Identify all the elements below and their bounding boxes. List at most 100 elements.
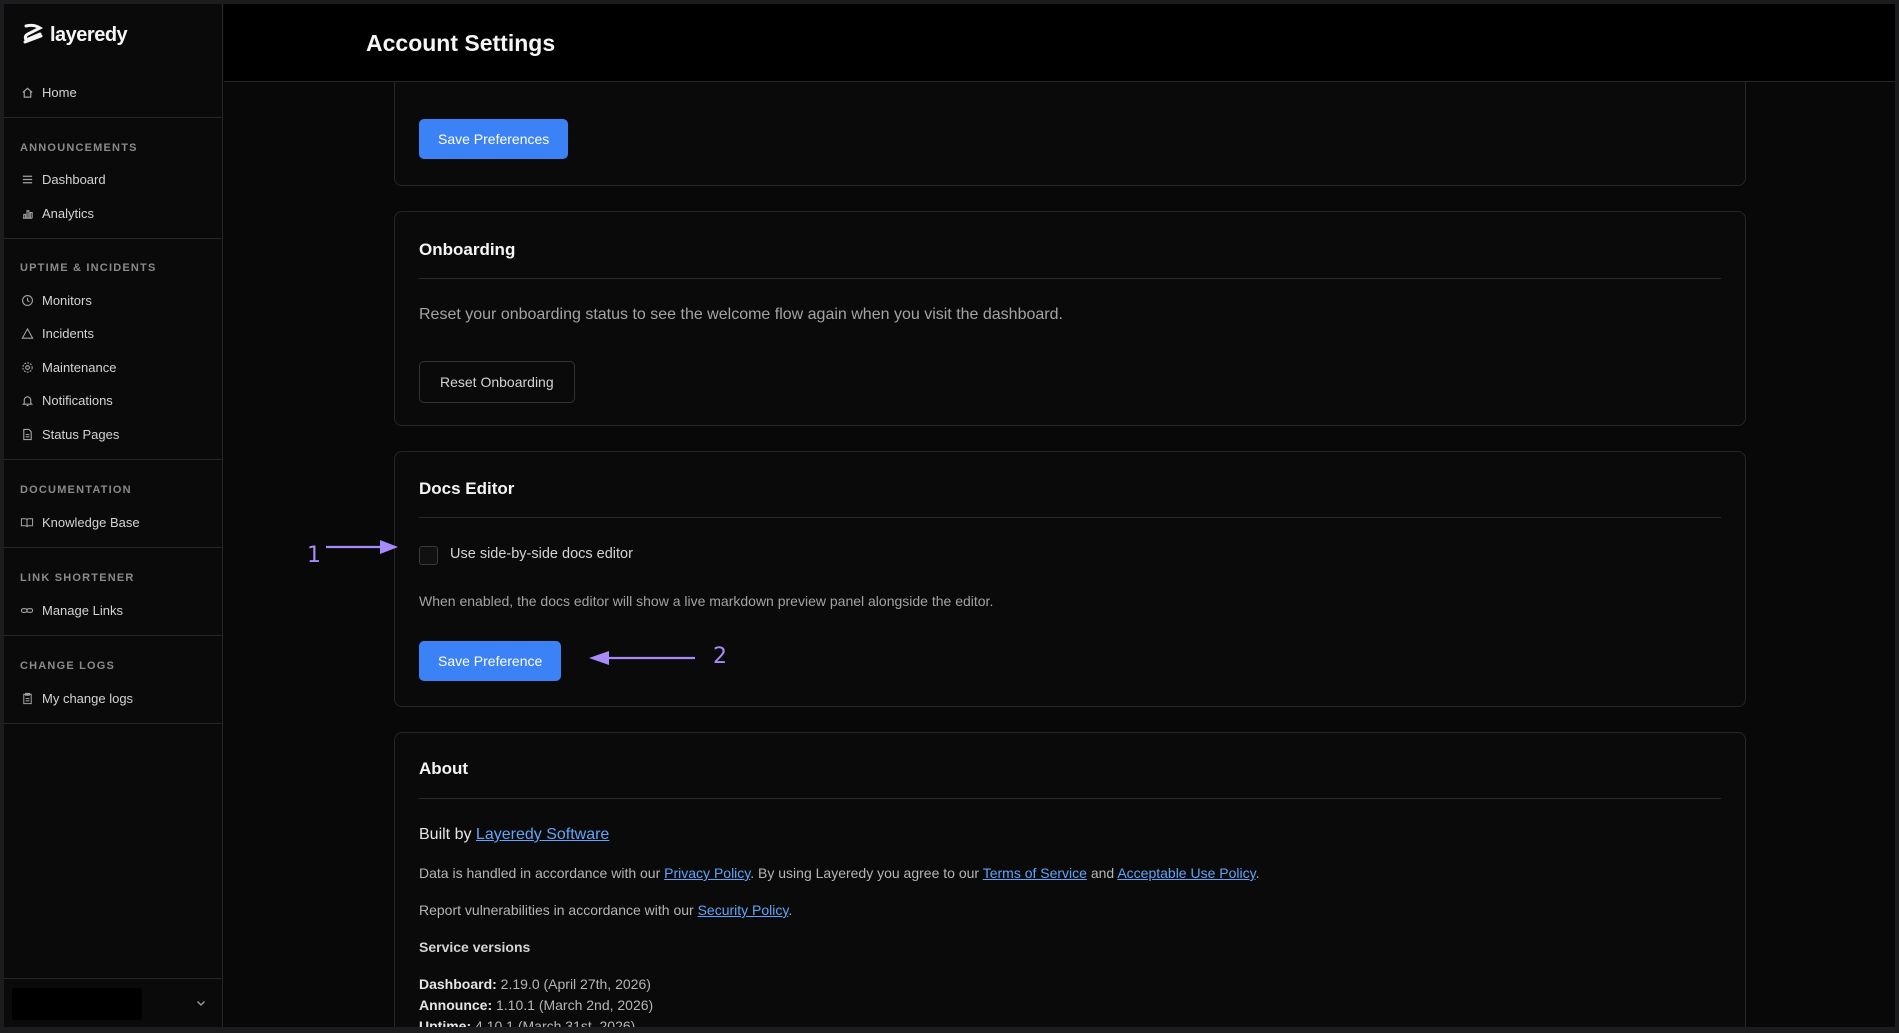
service-versions-heading: Service versions [419,939,531,955]
version-name: Uptime: [419,1018,472,1027]
page-title: Account Settings [366,30,556,56]
sidebar-divider [4,238,223,239]
sidebar-divider [4,635,223,636]
report-prefix: Report vulnerabilities in accordance wit… [419,902,698,918]
book-icon [20,515,34,529]
gear-icon [20,360,34,374]
side-by-side-editor-label[interactable]: Use side-by-side docs editor [450,546,633,562]
clock-icon [20,293,34,307]
sidebar-item-analytics[interactable]: Analytics [20,201,94,225]
about-title: About [419,759,469,778]
docs-editor-description: When enabled, the docs editor will show … [419,593,994,609]
chevron-down-icon[interactable] [194,996,208,1010]
sidebar-item-label: Manage Links [42,602,123,618]
bell-icon [20,393,34,407]
built-by-line: Built by Layeredy Software [419,826,609,844]
account-switcher[interactable] [12,988,142,1020]
sidebar-divider [4,723,223,724]
section-label-uptime: UPTIME & INCIDENTS [20,262,157,274]
version-uptime: Uptime: 4.10.1 (March 31st, 2026) [419,1018,635,1027]
card-divider [419,517,1721,518]
sidebar-divider [4,978,223,979]
sidebar-item-label: Home [42,84,77,100]
sidebar-item-status-pages[interactable]: Status Pages [20,422,119,446]
home-icon [20,85,34,99]
main-content: Save Preferences Onboarding Reset your o… [224,82,1895,1027]
sidebar-divider [4,459,223,460]
data-policy-line: Data is handled in accordance with our P… [419,865,1259,881]
data-prefix: Data is handled in accordance with our [419,865,665,881]
section-label-change-logs: CHANGE LOGS [20,660,116,672]
sidebar-item-notifications[interactable]: Notifications [20,388,113,412]
sidebar-item-label: My change logs [42,690,134,706]
sidebar-item-knowledge-base[interactable]: Knowledge Base [20,510,140,534]
about-card: About Built by Layeredy Software Data is… [394,732,1746,1027]
bar-chart-icon [20,206,34,220]
version-name: Announce: [419,997,493,1013]
docs-editor-title: Docs Editor [419,479,515,498]
sidebar-item-manage-links[interactable]: Manage Links [20,598,123,622]
preferences-card: Save Preferences [394,82,1746,186]
sidebar-divider [4,117,223,118]
link-icon [20,603,34,617]
sidebar-item-label: Dashboard [42,171,106,187]
version-name: Dashboard: [419,976,497,992]
version-value: 2.19.0 (April 27th, 2026) [496,976,651,992]
version-value: 1.10.1 (March 2nd, 2026) [492,997,654,1013]
sidebar-item-label: Status Pages [42,426,120,442]
version-dashboard: Dashboard: 2.19.0 (April 27th, 2026) [419,976,651,992]
save-preference-button[interactable]: Save Preference [419,641,562,681]
privacy-policy-link[interactable]: Privacy Policy [664,865,750,881]
docs-editor-card: Docs Editor Use side-by-side docs editor… [394,451,1746,707]
report-suffix: . [788,902,793,918]
onboarding-card: Onboarding Reset your onboarding status … [394,211,1746,426]
clipboard-icon [20,691,34,705]
acceptable-use-policy-link[interactable]: Acceptable Use Policy [1117,865,1255,881]
data-and: and [1086,865,1118,881]
sidebar-item-monitors[interactable]: Monitors [20,288,92,312]
sidebar-divider [4,547,223,548]
side-by-side-editor-checkbox[interactable] [419,546,438,565]
file-icon [20,427,34,441]
onboarding-description: Reset your onboarding status to see the … [419,306,1063,323]
sidebar-item-label: Incidents [42,325,95,341]
annotation-number-2: 2 [713,644,727,669]
section-label-link-shortener: LINK SHORTENER [20,572,135,584]
page-header: Account Settings [224,4,1895,82]
sidebar-item-label: Maintenance [42,359,117,375]
logo-mark-icon [23,23,43,44]
sidebar-item-change-logs[interactable]: My change logs [20,686,133,710]
sidebar-item-label: Monitors [42,292,92,308]
onboarding-title: Onboarding [419,240,516,259]
built-by-prefix: Built by [419,826,476,843]
card-divider [419,798,1721,799]
data-middle: . By using Layeredy you agree to our [750,865,983,881]
version-value: 4.10.1 (March 31st, 2026) [471,1018,636,1027]
layeredy-software-link[interactable]: Layeredy Software [476,826,609,843]
sidebar-item-incidents[interactable]: Incidents [20,321,94,345]
card-divider [419,278,1721,279]
reset-onboarding-button[interactable]: Reset Onboarding [419,361,575,403]
version-announce: Announce: 1.10.1 (March 2nd, 2026) [419,997,653,1013]
sidebar-item-label: Notifications [42,392,113,408]
annotation-number-1: 1 [307,543,321,568]
terms-of-service-link[interactable]: Terms of Service [983,865,1087,881]
sidebar-item-dashboard[interactable]: Dashboard [20,167,106,191]
save-preferences-button[interactable]: Save Preferences [419,119,569,159]
brand-logo[interactable]: layeredy [20,20,128,50]
sidebar: layeredy Home ANNOUNCEMENTS Dashboard An… [4,4,223,1027]
brand-name: layeredy [50,23,128,46]
app-window: layeredy Home ANNOUNCEMENTS Dashboard An… [4,4,1895,1027]
warning-triangle-icon [20,326,34,340]
security-policy-link[interactable]: Security Policy [698,902,789,918]
annotation-arrow-left-icon [589,651,695,665]
security-line: Report vulnerabilities in accordance wit… [419,902,792,918]
sidebar-item-label: Knowledge Base [42,514,140,530]
sidebar-item-label: Analytics [42,205,95,221]
data-suffix: . [1255,865,1260,881]
section-label-announcements: ANNOUNCEMENTS [20,142,138,154]
list-icon [20,172,34,186]
sidebar-item-home[interactable]: Home [20,80,77,104]
sidebar-item-maintenance[interactable]: Maintenance [20,355,116,379]
annotation-arrow-right-icon [326,540,398,554]
